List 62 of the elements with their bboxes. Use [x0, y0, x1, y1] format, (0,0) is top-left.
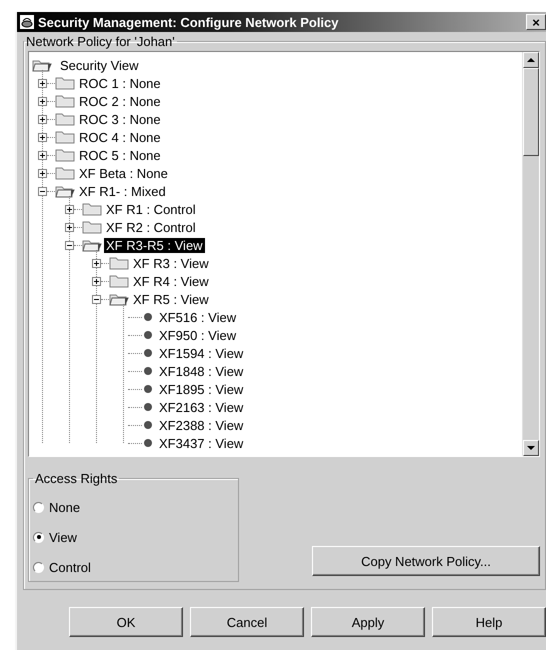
node-dot-icon — [144, 421, 152, 429]
scrollbar[interactable] — [522, 52, 539, 456]
collapse-icon[interactable] — [65, 240, 74, 250]
tree-node[interactable]: XF950 : View — [157, 328, 238, 342]
tree-node[interactable]: ROC 2 : None — [77, 94, 163, 108]
tree-node[interactable]: XF R1 : Control — [104, 202, 198, 216]
ok-button[interactable]: OK — [69, 607, 183, 637]
tree-node[interactable]: XF2163 : View — [157, 400, 246, 414]
node-dot-icon — [144, 367, 152, 375]
up-arrow-icon — [527, 58, 535, 62]
tree-node[interactable]: XF Beta : None — [77, 166, 170, 180]
tree-node[interactable]: XF516 : View — [157, 310, 238, 324]
tree-node[interactable]: XF2388 : View — [157, 418, 246, 432]
radio-option[interactable]: View — [33, 522, 77, 552]
tree-node[interactable]: ROC 1 : None — [77, 76, 163, 90]
scroll-down-button[interactable] — [523, 440, 539, 456]
tree-node[interactable]: ROC 4 : None — [77, 130, 163, 144]
node-dot-icon — [144, 403, 152, 411]
help-button[interactable]: Help — [432, 607, 546, 637]
scroll-up-button[interactable] — [523, 52, 539, 68]
expand-icon[interactable] — [38, 168, 47, 178]
tree-node[interactable]: XF1594 : View — [157, 346, 246, 360]
tree-node[interactable]: ROC 3 : None — [77, 112, 163, 126]
expand-icon[interactable] — [65, 222, 74, 232]
window-title: Security Management: Configure Network Policy — [38, 14, 340, 30]
tree-node[interactable]: XF R2 : Control — [104, 220, 198, 234]
tree-node[interactable]: XF R4 : View — [131, 274, 211, 288]
scroll-thumb[interactable] — [523, 68, 539, 156]
apply-button[interactable]: Apply — [311, 607, 425, 637]
expand-icon[interactable] — [38, 150, 47, 160]
tree-node[interactable]: XF R3-R5 : View — [104, 238, 205, 252]
tree-node[interactable]: XF R3 : View — [131, 256, 211, 270]
node-dot-icon — [144, 313, 152, 321]
expand-icon[interactable] — [65, 204, 74, 214]
app-icon — [19, 14, 35, 30]
expand-icon[interactable] — [38, 96, 47, 106]
node-dot-icon — [144, 439, 152, 447]
radio-option[interactable]: Control — [33, 552, 91, 582]
expand-icon[interactable] — [92, 276, 101, 286]
expand-icon[interactable] — [38, 114, 47, 124]
tree-node[interactable]: Security View — [58, 58, 141, 72]
tree-node[interactable]: XF R5 : View — [131, 292, 211, 306]
node-dot-icon — [144, 331, 152, 339]
expand-icon[interactable] — [38, 132, 47, 142]
cancel-button[interactable]: Cancel — [190, 607, 304, 637]
collapse-icon[interactable] — [92, 294, 101, 304]
radio-option[interactable]: None — [33, 492, 80, 522]
tree-node[interactable]: ROC 5 : None — [77, 148, 163, 162]
copy-policy-button[interactable]: Copy Network Policy... — [312, 546, 540, 576]
expand-icon[interactable] — [92, 258, 101, 268]
tree-node[interactable]: XF R1- : Mixed — [77, 184, 168, 198]
close-button[interactable]: × — [526, 14, 546, 30]
tree-node[interactable]: XF1895 : View — [157, 382, 246, 396]
node-dot-icon — [144, 385, 152, 393]
node-dot-icon — [144, 349, 152, 357]
group-title: Network Policy for 'Johan' — [25, 34, 176, 49]
group-title: Access Rights — [34, 471, 118, 486]
tree-node[interactable]: XF3437 : View — [157, 436, 246, 450]
expand-icon[interactable] — [38, 78, 47, 88]
collapse-icon[interactable] — [38, 186, 47, 196]
tree-node[interactable]: XF1848 : View — [157, 364, 246, 378]
down-arrow-icon — [527, 446, 535, 450]
